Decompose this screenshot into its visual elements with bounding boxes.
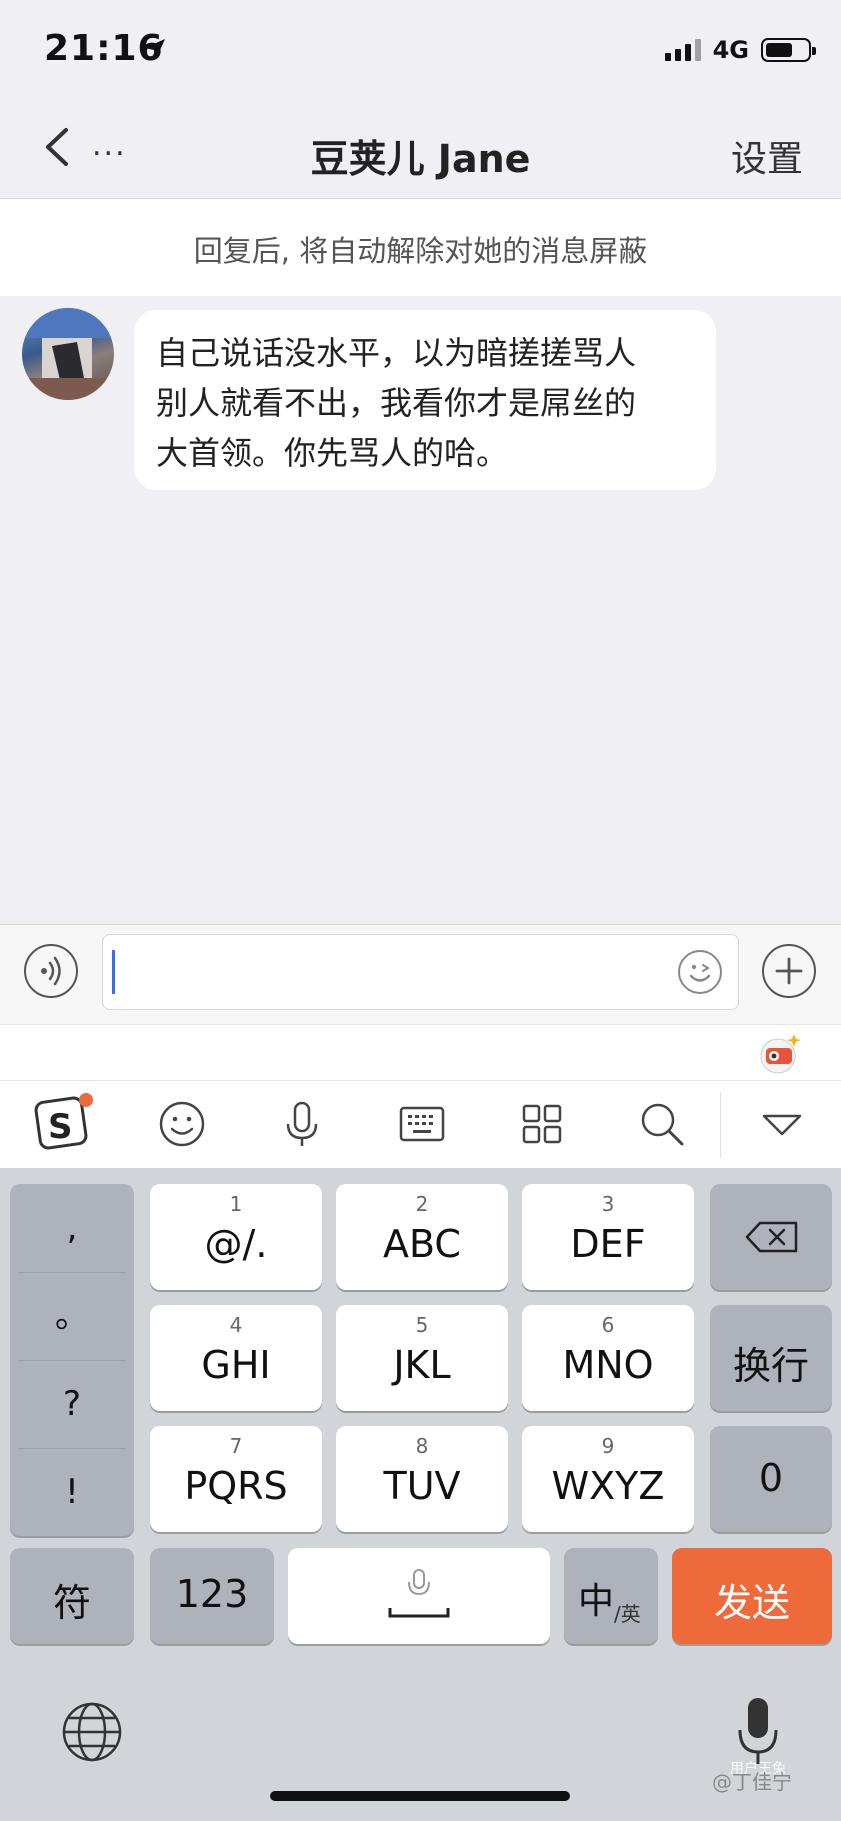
key-label: 0 bbox=[758, 1456, 784, 1500]
key-3[interactable]: 3 DEF bbox=[522, 1184, 694, 1290]
numbers-label: 123 bbox=[175, 1572, 249, 1616]
microphone-icon[interactable] bbox=[276, 1098, 328, 1150]
language-sub-label: /英 bbox=[614, 1602, 641, 1626]
voice-input-button[interactable] bbox=[24, 944, 78, 998]
language-toggle-key[interactable]: 中 /英 bbox=[564, 1548, 658, 1644]
key-label: MNO bbox=[562, 1343, 654, 1387]
signal-icon bbox=[664, 39, 701, 61]
newline-label: 换行 bbox=[732, 1344, 809, 1388]
toolbar-divider bbox=[720, 1092, 721, 1158]
key-number: 5 bbox=[415, 1313, 429, 1337]
send-label: 发送 bbox=[713, 1581, 790, 1625]
status-indicators: 4G bbox=[664, 36, 816, 64]
key-number: 8 bbox=[415, 1434, 429, 1458]
watermark: @丁佳宁 bbox=[712, 1770, 792, 1794]
key-0[interactable]: 0 bbox=[710, 1426, 832, 1532]
punct-comma-key[interactable]: , bbox=[10, 1184, 134, 1272]
key-9[interactable]: 9 WXYZ bbox=[522, 1426, 694, 1532]
emoji-keyboard-icon[interactable] bbox=[156, 1098, 208, 1150]
key-number: 1 bbox=[229, 1192, 243, 1216]
home-indicator bbox=[270, 1791, 570, 1801]
text-caret bbox=[112, 950, 115, 994]
numbers-key[interactable]: 123 bbox=[150, 1548, 274, 1644]
smiley-icon bbox=[689, 964, 711, 982]
search-icon[interactable] bbox=[636, 1098, 688, 1150]
key-4[interactable]: 4 GHI bbox=[150, 1305, 322, 1411]
plus-icon bbox=[775, 957, 803, 985]
key-number: 3 bbox=[601, 1192, 615, 1216]
svg-text:S: S bbox=[48, 1107, 73, 1147]
key-1[interactable]: 1 @/. bbox=[150, 1184, 322, 1290]
message-text: 自己说话没水平，以为暗搓搓骂人 别人就看不出，我看你才是屌丝的 大首领。你先骂人… bbox=[156, 334, 637, 472]
network-type: 4G bbox=[712, 36, 749, 64]
space-mic-icon bbox=[388, 1569, 450, 1618]
key-number: 6 bbox=[601, 1313, 615, 1337]
key-number: 9 bbox=[601, 1434, 615, 1458]
location-arrow-icon bbox=[145, 39, 165, 59]
key-label: PQRS bbox=[184, 1464, 288, 1508]
globe-icon[interactable] bbox=[60, 1700, 124, 1764]
avatar[interactable] bbox=[22, 308, 114, 400]
key-2[interactable]: 2 ABC bbox=[336, 1184, 508, 1290]
keyboard-suggestion-bar bbox=[0, 1024, 841, 1081]
message-input[interactable] bbox=[102, 934, 739, 1010]
key-label: DEF bbox=[570, 1222, 646, 1266]
key-5[interactable]: 5 JKL bbox=[336, 1305, 508, 1411]
key-label: JKL bbox=[393, 1343, 451, 1387]
space-key[interactable] bbox=[288, 1548, 550, 1644]
key-label: WXYZ bbox=[551, 1464, 665, 1508]
keyboard-icon[interactable] bbox=[396, 1098, 448, 1150]
block-notice-text: 回复后, 将自动解除对她的消息屏蔽 bbox=[193, 234, 648, 268]
send-button[interactable]: 发送 bbox=[672, 1548, 832, 1644]
hide-keyboard-icon[interactable] bbox=[756, 1098, 808, 1150]
punct-exclaim-key[interactable]: ! bbox=[10, 1448, 134, 1536]
key-label: ABC bbox=[383, 1222, 461, 1266]
punct-question-key[interactable]: ? bbox=[10, 1360, 134, 1448]
emoji-button[interactable] bbox=[678, 950, 722, 994]
chat-title: 豆荚儿 Jane bbox=[310, 137, 531, 181]
key-7[interactable]: 7 PQRS bbox=[150, 1426, 322, 1532]
punct-period-key[interactable]: 。 bbox=[10, 1272, 134, 1360]
key-6[interactable]: 6 MNO bbox=[522, 1305, 694, 1411]
backspace-key[interactable] bbox=[710, 1184, 832, 1290]
sticker-icon[interactable] bbox=[756, 1030, 802, 1074]
sound-wave-icon bbox=[41, 956, 61, 986]
add-attachment-button[interactable] bbox=[762, 944, 816, 998]
key-8[interactable]: 8 TUV bbox=[336, 1426, 508, 1532]
sogou-logo-icon[interactable]: S bbox=[34, 1092, 94, 1152]
key-label: TUV bbox=[383, 1464, 461, 1508]
symbol-key[interactable]: 符 bbox=[10, 1548, 134, 1644]
settings-button[interactable]: 设置 bbox=[731, 130, 803, 182]
key-label: @/. bbox=[204, 1222, 268, 1266]
key-number: 7 bbox=[229, 1434, 243, 1458]
key-label: GHI bbox=[201, 1343, 271, 1387]
newline-key[interactable]: 换行 bbox=[710, 1305, 832, 1411]
battery-icon bbox=[761, 38, 816, 62]
message-bubble: 自己说话没水平，以为暗搓搓骂人 别人就看不出，我看你才是屌丝的 大首领。你先骂人… bbox=[134, 310, 716, 490]
punctuation-column[interactable]: , 。 ? ! bbox=[10, 1184, 134, 1536]
language-label: 中 bbox=[578, 1581, 615, 1622]
key-number: 4 bbox=[229, 1313, 243, 1337]
symbol-label: 符 bbox=[52, 1581, 91, 1625]
key-number: 2 bbox=[415, 1192, 429, 1216]
grid-menu-icon[interactable] bbox=[516, 1098, 568, 1150]
backspace-icon bbox=[745, 1221, 798, 1253]
